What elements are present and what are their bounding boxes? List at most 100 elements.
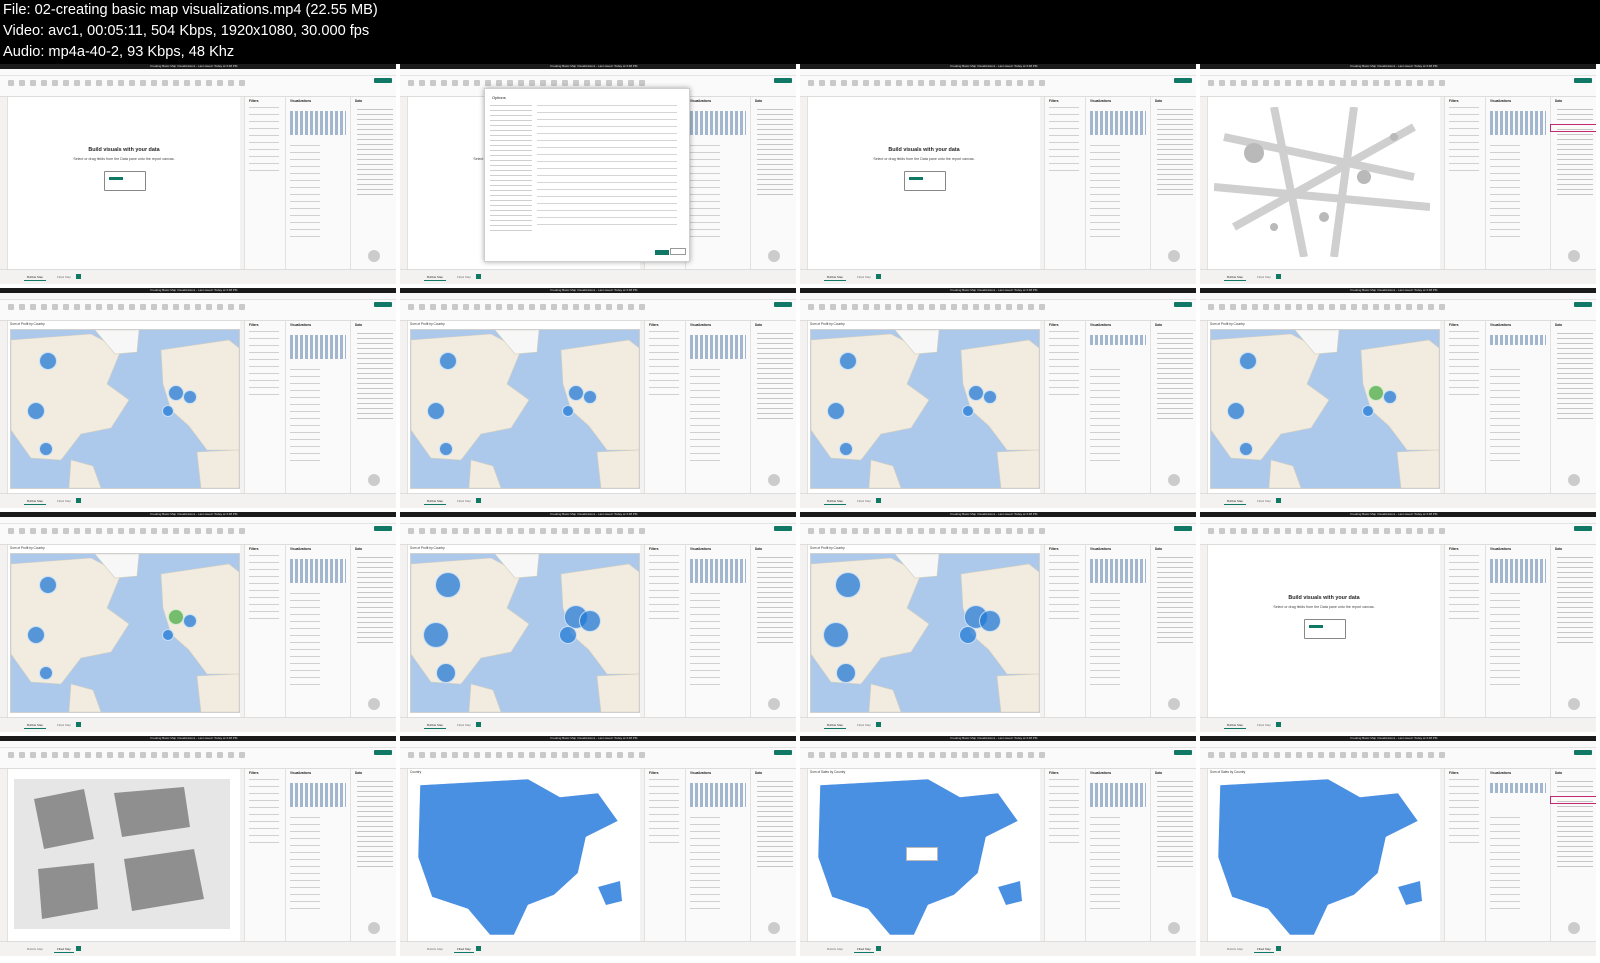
data-field[interactable] <box>357 119 393 120</box>
data-field[interactable] <box>1157 612 1193 613</box>
ribbon-icon[interactable] <box>841 528 847 534</box>
data-field[interactable] <box>1557 597 1593 598</box>
filter-card[interactable] <box>249 604 279 605</box>
options-nav-item[interactable] <box>490 205 532 206</box>
data-field[interactable] <box>1157 861 1193 862</box>
ribbon-icon[interactable] <box>1208 304 1214 310</box>
data-field[interactable] <box>757 841 793 842</box>
map-bubble[interactable] <box>162 405 174 417</box>
page-tab[interactable]: Bubble Map <box>824 498 847 505</box>
map-bubble[interactable] <box>827 402 845 420</box>
field-well[interactable] <box>1490 173 1520 174</box>
data-field[interactable] <box>357 786 393 787</box>
data-field[interactable] <box>757 109 793 110</box>
data-field[interactable] <box>1157 806 1193 807</box>
visual-type-gallery[interactable] <box>1490 559 1546 583</box>
field-well[interactable] <box>1490 684 1520 685</box>
data-field[interactable] <box>757 418 793 419</box>
ribbon-icon[interactable] <box>96 528 102 534</box>
ribbon-icon[interactable] <box>1428 80 1434 86</box>
ribbon-icon[interactable] <box>551 528 557 534</box>
data-field[interactable] <box>357 383 393 384</box>
filter-card[interactable] <box>1449 597 1479 598</box>
field-well[interactable] <box>690 908 720 909</box>
ribbon-icon[interactable] <box>1439 752 1445 758</box>
map-bubble[interactable] <box>959 626 977 644</box>
field-well[interactable] <box>690 859 720 860</box>
field-well[interactable] <box>690 166 720 167</box>
ribbon-icon[interactable] <box>419 304 425 310</box>
options-nav-item[interactable] <box>490 120 532 121</box>
field-well[interactable] <box>1490 439 1520 440</box>
field-well[interactable] <box>290 173 320 174</box>
data-field[interactable] <box>1157 139 1193 140</box>
options-nav-item[interactable] <box>490 105 532 106</box>
ribbon-icon[interactable] <box>1329 752 1335 758</box>
filter-card[interactable] <box>1049 779 1079 780</box>
ribbon-icon[interactable] <box>30 80 36 86</box>
field-well[interactable] <box>690 628 720 629</box>
ribbon-icon[interactable] <box>151 304 157 310</box>
field-well[interactable] <box>1090 187 1120 188</box>
filter-card[interactable] <box>649 835 679 836</box>
data-field[interactable] <box>357 806 393 807</box>
field-well[interactable] <box>1090 663 1120 664</box>
ribbon-icon[interactable] <box>518 528 524 534</box>
field-well[interactable] <box>1090 166 1120 167</box>
ribbon-icon[interactable] <box>830 80 836 86</box>
data-field[interactable] <box>1557 841 1593 842</box>
ribbon-icon[interactable] <box>852 752 858 758</box>
field-well[interactable] <box>1090 621 1120 622</box>
data-field[interactable] <box>357 577 393 578</box>
plus-icon[interactable] <box>1276 274 1281 279</box>
ribbon-icon[interactable] <box>129 752 135 758</box>
data-field[interactable] <box>357 174 393 175</box>
page-tab[interactable]: Filled Map <box>54 498 74 504</box>
filter-card[interactable] <box>1449 842 1479 843</box>
filter-card[interactable] <box>1449 590 1479 591</box>
filter-card[interactable] <box>1449 394 1479 395</box>
field-well[interactable] <box>1490 215 1520 216</box>
ribbon-icon[interactable] <box>1351 752 1357 758</box>
field-well[interactable] <box>690 418 720 419</box>
ribbon-icon[interactable] <box>628 528 634 534</box>
filter-card[interactable] <box>1049 114 1079 115</box>
field-well[interactable] <box>1090 453 1120 454</box>
field-well[interactable] <box>290 621 320 622</box>
data-field[interactable] <box>357 378 393 379</box>
data-field[interactable] <box>1157 831 1193 832</box>
ribbon-icon[interactable] <box>1039 528 1045 534</box>
ribbon-icon[interactable] <box>584 528 590 534</box>
data-field[interactable] <box>1557 617 1593 618</box>
ribbon-icon[interactable] <box>19 80 25 86</box>
data-field[interactable] <box>1157 791 1193 792</box>
data-field[interactable] <box>357 562 393 563</box>
field-well[interactable] <box>1490 600 1520 601</box>
filter-card[interactable] <box>649 576 679 577</box>
data-field[interactable] <box>357 861 393 862</box>
data-field[interactable] <box>757 403 793 404</box>
field-well[interactable] <box>1490 901 1520 902</box>
ribbon-icon[interactable] <box>907 304 913 310</box>
data-field[interactable] <box>757 637 793 638</box>
data-field[interactable] <box>757 806 793 807</box>
publish-icon[interactable] <box>774 78 792 83</box>
ribbon-icon[interactable] <box>573 304 579 310</box>
page-tab[interactable]: Filled Map <box>454 722 474 728</box>
options-setting[interactable] <box>537 217 677 218</box>
report-canvas[interactable]: Sum of Profit by Country <box>408 545 640 717</box>
page-tab[interactable]: Filled Map <box>1254 946 1274 953</box>
ribbon-icon[interactable] <box>830 528 836 534</box>
field-well[interactable] <box>690 404 720 405</box>
ribbon-icon[interactable] <box>52 80 58 86</box>
field-well[interactable] <box>290 446 320 447</box>
data-field[interactable] <box>357 179 393 180</box>
data-field[interactable] <box>757 338 793 339</box>
ribbon-icon[interactable] <box>408 528 414 534</box>
ribbon-icon[interactable] <box>1406 304 1412 310</box>
ribbon-icon[interactable] <box>852 528 858 534</box>
data-field[interactable] <box>1157 353 1193 354</box>
ribbon-icon[interactable] <box>140 528 146 534</box>
data-field[interactable] <box>1557 144 1593 145</box>
data-field[interactable] <box>357 607 393 608</box>
